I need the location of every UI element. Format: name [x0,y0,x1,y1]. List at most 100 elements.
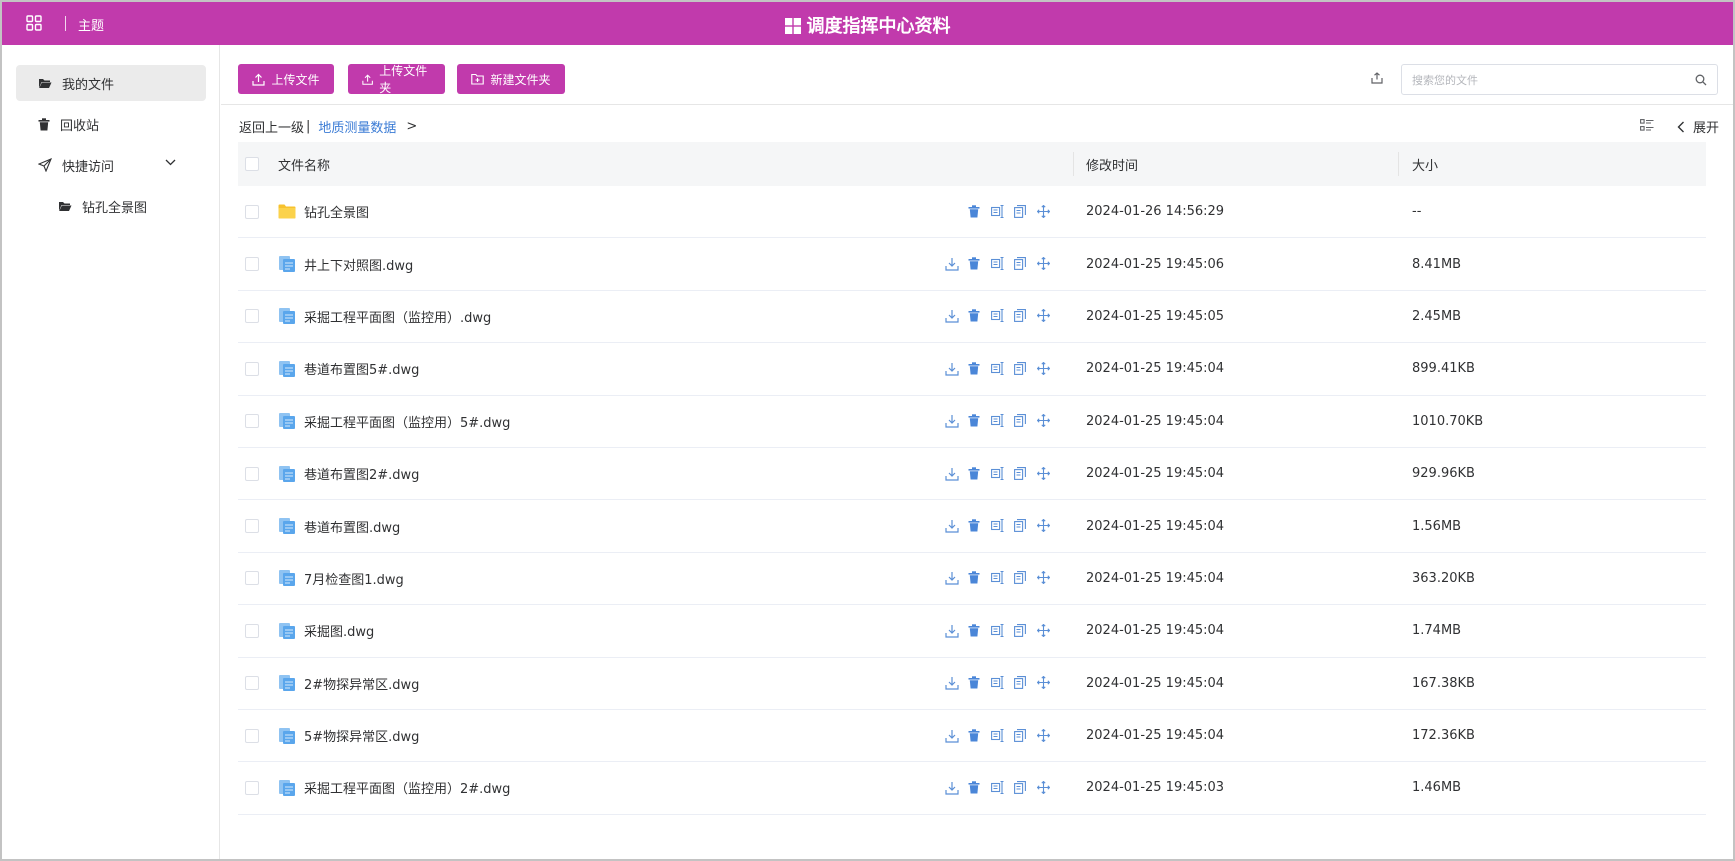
rename-icon[interactable] [991,204,1005,219]
file-name[interactable]: 2#物探异常区.dwg [304,674,419,693]
row-checkbox[interactable] [245,204,259,219]
move-icon[interactable] [1037,414,1051,428]
rename-icon[interactable] [991,309,1005,323]
download-icon[interactable] [945,781,959,795]
download-icon[interactable] [945,414,959,428]
download-icon[interactable] [945,467,959,481]
expand-toggle[interactable]: 展开 [1677,117,1719,136]
table-row[interactable]: 5#物探异常区.dwg 2024-01-25 19:45:04 172.36KB [238,710,1706,763]
download-icon[interactable] [945,309,959,324]
delete-icon[interactable] [968,414,982,428]
move-icon[interactable] [1037,623,1051,638]
row-checkbox[interactable] [245,728,259,743]
row-checkbox[interactable] [245,571,259,586]
download-icon[interactable] [945,676,959,690]
table-row[interactable]: 巷道布置图5#.dwg 2024-01-25 19:45:04 899.41KB [238,343,1706,396]
rename-icon[interactable] [991,676,1005,690]
copy-icon[interactable] [1014,309,1028,323]
download-icon[interactable] [945,257,959,271]
column-header-modified[interactable]: 修改时间 [1086,142,1138,186]
row-checkbox[interactable] [245,309,259,324]
share-icon[interactable] [1371,72,1383,84]
chevron-down-icon[interactable] [165,159,176,166]
delete-icon[interactable] [968,571,982,585]
move-icon[interactable] [1037,309,1051,323]
sidebar-item-quick-access[interactable]: 快捷访问 [16,147,206,183]
search-icon[interactable] [1695,74,1707,86]
delete-icon[interactable] [968,519,982,533]
row-checkbox[interactable] [245,414,259,429]
download-icon[interactable] [945,519,959,533]
upload-folder-button[interactable]: 上传文件夹 [348,64,445,95]
copy-icon[interactable] [1014,571,1028,585]
column-header-size[interactable]: 大小 [1412,142,1438,186]
download-icon[interactable] [945,362,959,376]
file-name[interactable]: 井上下对照图.dwg [304,255,413,274]
copy-icon[interactable] [1014,361,1028,376]
file-name[interactable]: 巷道布置图2#.dwg [304,464,419,483]
table-row[interactable]: 井上下对照图.dwg 2024-01-25 19:45:06 8.41MB [238,238,1706,291]
delete-icon[interactable] [968,676,982,690]
rename-icon[interactable] [991,414,1005,428]
rename-icon[interactable] [991,257,1005,271]
upload-file-button[interactable]: 上传文件 [238,64,334,94]
delete-icon[interactable] [968,624,982,638]
move-icon[interactable] [1037,728,1051,743]
row-checkbox[interactable] [245,623,259,638]
select-all-checkbox[interactable] [245,157,259,171]
download-icon[interactable] [945,729,959,743]
delete-icon[interactable] [968,309,982,323]
copy-icon[interactable] [1014,781,1028,795]
delete-icon[interactable] [968,728,982,743]
table-row[interactable]: 巷道布置图2#.dwg 2024-01-25 19:45:04 929.96KB [238,448,1706,501]
delete-icon[interactable] [968,362,982,376]
search-box[interactable] [1401,64,1718,95]
back-link[interactable]: 返回上一级 [239,117,304,136]
copy-icon[interactable] [1014,257,1028,271]
file-name[interactable]: 采掘图.dwg [304,621,374,640]
row-checkbox[interactable] [245,361,259,376]
new-folder-button[interactable]: 新建文件夹 [457,64,565,94]
rename-icon[interactable] [991,361,1005,376]
download-icon[interactable] [945,571,959,586]
rename-icon[interactable] [991,571,1005,585]
copy-icon[interactable] [1014,519,1028,533]
download-icon[interactable] [945,624,959,638]
sidebar-item-drill-panorama[interactable]: 钻孔全景图 [16,188,206,224]
table-row[interactable]: 采掘工程平面图（监控用）2#.dwg 2024-01-25 19:45:03 1… [238,762,1706,815]
move-icon[interactable] [1037,676,1051,690]
copy-icon[interactable] [1014,204,1028,219]
file-name[interactable]: 采掘工程平面图（监控用）.dwg [304,307,491,326]
move-icon[interactable] [1037,466,1051,481]
rename-icon[interactable] [991,623,1005,638]
copy-icon[interactable] [1014,728,1028,743]
table-row[interactable]: 采掘工程平面图（监控用）.dwg 2024-01-25 19:45:05 2.4… [238,291,1706,344]
column-header-name[interactable]: 文件名称 [278,142,330,186]
table-row[interactable]: 采掘工程平面图（监控用）5#.dwg 2024-01-25 19:45:04 1… [238,396,1706,448]
delete-icon[interactable] [968,257,982,271]
file-name[interactable]: 采掘工程平面图（监控用）2#.dwg [304,778,510,797]
move-icon[interactable] [1037,780,1051,795]
copy-icon[interactable] [1014,676,1028,690]
table-row[interactable]: 2#物探异常区.dwg 2024-01-25 19:45:04 167.38KB [238,658,1706,710]
move-icon[interactable] [1037,257,1051,271]
delete-icon[interactable] [968,466,982,481]
delete-icon[interactable] [968,204,982,219]
copy-icon[interactable] [1014,414,1028,428]
copy-icon[interactable] [1014,466,1028,481]
row-checkbox[interactable] [245,676,259,691]
row-checkbox[interactable] [245,780,259,795]
table-row[interactable]: 采掘图.dwg 2024-01-25 19:45:04 1.74MB [238,605,1706,658]
file-name[interactable]: 7月检查图1.dwg [304,569,404,588]
file-name[interactable]: 钻孔全景图 [304,202,369,221]
file-name[interactable]: 巷道布置图5#.dwg [304,359,419,378]
sidebar-item-recycle-bin[interactable]: 回收站 [16,106,206,142]
list-view-icon[interactable] [1640,119,1654,131]
copy-icon[interactable] [1014,623,1028,638]
file-name[interactable]: 巷道布置图.dwg [304,517,400,536]
search-input[interactable] [1412,71,1682,89]
rename-icon[interactable] [991,728,1005,743]
row-checkbox[interactable] [245,519,259,534]
move-icon[interactable] [1037,204,1051,219]
rename-icon[interactable] [991,780,1005,795]
